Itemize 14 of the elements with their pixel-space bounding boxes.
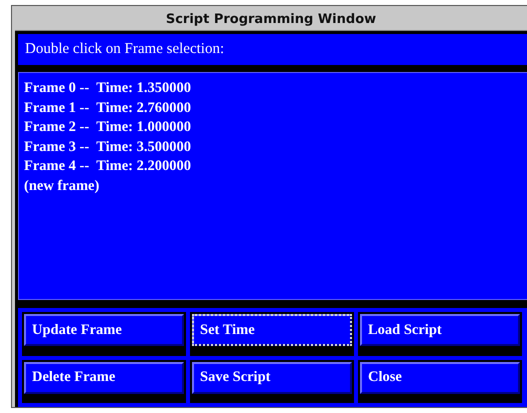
- action-button[interactable]: Delete Frame: [24, 362, 184, 394]
- action-button[interactable]: Close: [360, 362, 520, 394]
- list-item[interactable]: Frame 2 -- Time: 1.000000: [24, 118, 527, 138]
- action-button[interactable]: Save Script: [192, 362, 352, 394]
- prompt-label: Double click on Frame selection:: [25, 41, 224, 58]
- list-item[interactable]: Frame 1 -- Time: 2.760000: [24, 98, 527, 118]
- list-item[interactable]: Frame 3 -- Time: 3.500000: [24, 138, 527, 157]
- list-item[interactable]: (new frame): [24, 176, 527, 196]
- window-title: Script Programming Window: [166, 12, 376, 26]
- list-item[interactable]: Frame 4 -- Time: 2.200000: [24, 157, 527, 176]
- action-button[interactable]: Set Time: [192, 314, 352, 346]
- action-button[interactable]: Load Script: [360, 314, 520, 346]
- list-item[interactable]: Frame 0 -- Time: 1.350000: [24, 79, 527, 98]
- action-button[interactable]: Update Frame: [24, 314, 184, 346]
